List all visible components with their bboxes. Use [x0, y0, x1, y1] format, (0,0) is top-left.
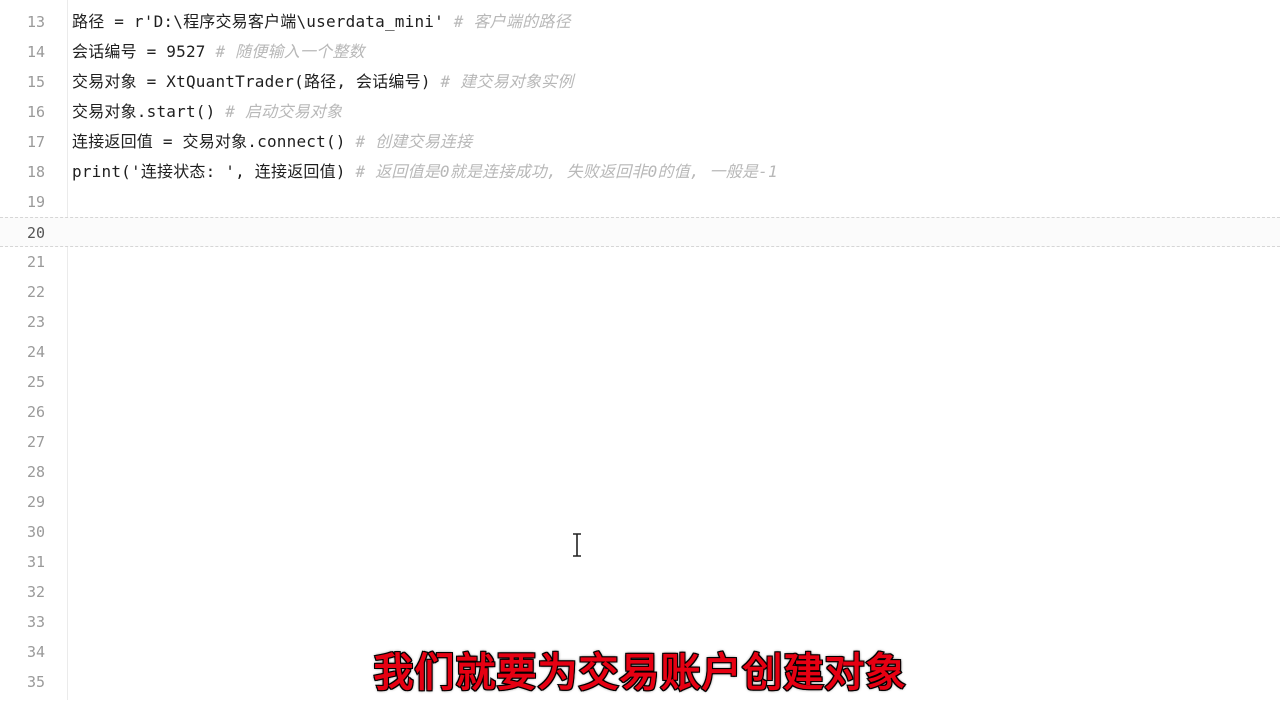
code-editor[interactable]: 13 路径 = r'D:\程序交易客户端\userdata_mini' # 客户端…	[0, 0, 1280, 720]
line-number: 16	[26, 103, 45, 121]
code-line[interactable]: 16 交易对象.start() # 启动交易对象	[0, 97, 1280, 127]
code-line[interactable]: 14 会话编号 = 9527 # 随便输入一个整数	[0, 37, 1280, 67]
code-line[interactable]: 18 print('连接状态: ', 连接返回值) # 返回值是0就是连接成功, …	[0, 157, 1280, 187]
line-number: 22	[26, 283, 45, 301]
code-comment: # 创建交易连接	[355, 132, 473, 151]
code-line[interactable]: 24	[0, 337, 1280, 367]
code-line[interactable]: 17 连接返回值 = 交易对象.connect() # 创建交易连接	[0, 127, 1280, 157]
line-number: 13	[26, 13, 45, 31]
code-line[interactable]: 28	[0, 457, 1280, 487]
code-line[interactable]: 30	[0, 517, 1280, 547]
line-number: 18	[26, 163, 45, 181]
code-line[interactable]: 31	[0, 547, 1280, 577]
video-subtitle: 我们就要为交易账户创建对象	[373, 649, 907, 697]
code-comment: # 返回值是0就是连接成功, 失败返回非0的值, 一般是-1	[355, 162, 778, 181]
code-line[interactable]: 25	[0, 367, 1280, 397]
line-number: 23	[26, 313, 45, 331]
code-line[interactable]: 33	[0, 607, 1280, 637]
text-cursor-icon	[573, 533, 581, 557]
code-text[interactable]: print('连接状态: ', 连接返回值) # 返回值是0就是连接成功, 失败…	[72, 157, 778, 187]
code-comment: # 客户端的路径	[453, 12, 571, 31]
code-text[interactable]: 交易对象.start() # 启动交易对象	[72, 97, 342, 127]
line-number: 15	[26, 73, 45, 91]
line-number: 14	[26, 43, 45, 61]
code-line[interactable]: 20	[0, 217, 1280, 247]
code-statement: 会话编号 = 9527	[72, 42, 216, 61]
line-number: 29	[26, 493, 45, 511]
line-number: 20	[26, 224, 45, 242]
code-comment: # 启动交易对象	[225, 102, 343, 121]
code-line[interactable]: 27	[0, 427, 1280, 457]
code-line[interactable]: 13 路径 = r'D:\程序交易客户端\userdata_mini' # 客户端…	[0, 7, 1280, 37]
code-text[interactable]: 会话编号 = 9527 # 随便输入一个整数	[72, 37, 365, 67]
code-statement: 连接返回值 = 交易对象.connect()	[72, 132, 356, 151]
line-number: 33	[26, 613, 45, 631]
code-text[interactable]: 路径 = r'D:\程序交易客户端\userdata_mini' # 客户端的路…	[72, 7, 571, 37]
code-statement: 路径 = r'D:\程序交易客户端\userdata_mini'	[72, 12, 454, 31]
line-number: 27	[26, 433, 45, 451]
line-number: 21	[26, 253, 45, 271]
line-number: 31	[26, 553, 45, 571]
line-number: 25	[26, 373, 45, 391]
code-line[interactable]: 32	[0, 577, 1280, 607]
line-number: 17	[26, 133, 45, 151]
code-comment: # 随便输入一个整数	[215, 42, 365, 61]
code-text[interactable]: 连接返回值 = 交易对象.connect() # 创建交易连接	[72, 127, 472, 157]
code-line[interactable]: 21	[0, 247, 1280, 277]
line-number: 19	[26, 193, 45, 211]
code-line[interactable]: 19	[0, 187, 1280, 217]
line-number: 28	[26, 463, 45, 481]
line-number: 24	[26, 343, 45, 361]
code-line[interactable]: 22	[0, 277, 1280, 307]
code-statement: 交易对象 = XtQuantTrader(路径, 会话编号)	[72, 72, 441, 91]
line-number: 26	[26, 403, 45, 421]
line-number: 32	[26, 583, 45, 601]
code-line[interactable]: 15 交易对象 = XtQuantTrader(路径, 会话编号) # 建交易对象…	[0, 67, 1280, 97]
code-line[interactable]: 26	[0, 397, 1280, 427]
line-number: 30	[26, 523, 45, 541]
code-statement: print('连接状态: ', 连接返回值)	[72, 162, 356, 181]
code-text[interactable]: 交易对象 = XtQuantTrader(路径, 会话编号) # 建交易对象实例	[72, 67, 574, 97]
code-comment: # 建交易对象实例	[440, 72, 574, 91]
code-line[interactable]: 23	[0, 307, 1280, 337]
code-statement: 交易对象.start()	[72, 102, 226, 121]
code-line[interactable]: 29	[0, 487, 1280, 517]
